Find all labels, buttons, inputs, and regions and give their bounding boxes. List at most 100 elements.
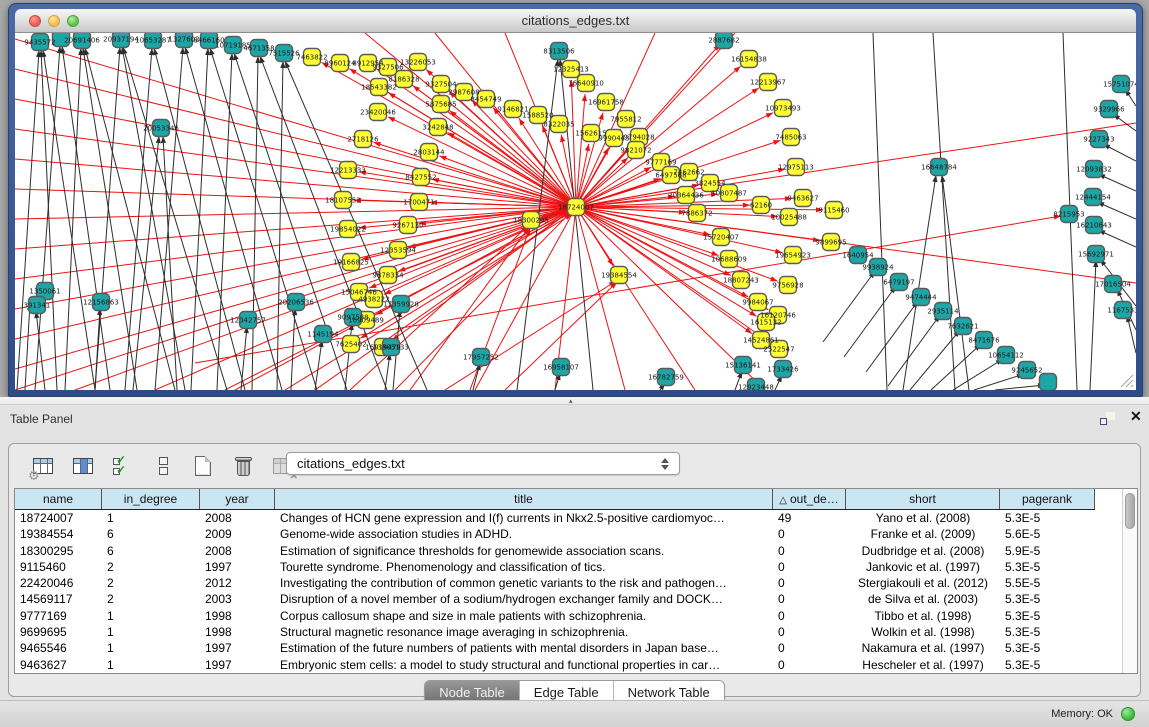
rows-icon[interactable] [151,454,176,479]
svg-text:7463822: 7463822 [296,54,327,62]
svg-text:9777169: 9777169 [645,159,676,167]
table-cell: 5.3E-5 [1000,640,1095,656]
memory-status-indicator[interactable] [1121,707,1135,721]
svg-text:23420046: 23420046 [360,109,396,117]
svg-text:62160: 62160 [750,202,772,210]
svg-text:19654923: 19654923 [775,252,811,260]
svg-text:8427552: 8427552 [405,174,436,182]
svg-text:10807487: 10807487 [711,190,747,198]
network-graph-svg: 1872400789129549327506185433822342004627… [15,33,1136,390]
table-source-dropdown[interactable]: citations_edges.txt [286,452,680,475]
status-bar: Memory: OK [0,700,1149,727]
svg-text:2522547: 2522547 [763,346,794,354]
table-row[interactable]: 911546021997Tourette syndrome. Phenomeno… [15,559,1122,575]
table-cell: 1 [102,510,200,526]
delete-trash-icon[interactable] [231,454,256,479]
column-header-short[interactable]: short [846,489,1000,509]
table-cell: 0 [773,575,846,591]
svg-text:9329966: 9329966 [1093,106,1125,114]
column-header-year[interactable]: year [200,489,275,509]
column-header-pagerank[interactable]: pagerank [1000,489,1095,509]
table-cell: 9463627 [15,657,102,673]
table-cell: 9777169 [15,608,102,624]
table-cell: 0 [773,624,846,640]
table-row[interactable]: 2242004622012Investigating the contribut… [15,575,1122,591]
svg-text:9267130: 9267130 [392,222,423,230]
table-cell: Investigating the contribution of common… [275,575,773,591]
table-row[interactable]: 1872400712008Changes of HCN gene express… [15,510,1122,526]
table-cell: 1997 [200,559,275,575]
table-cell: 1 [102,608,200,624]
svg-text:8454749: 8454749 [470,96,501,104]
svg-text:12444154: 12444154 [1075,194,1111,202]
svg-text:10973493: 10973493 [765,105,801,113]
table-column-icon[interactable] [71,454,96,479]
table-cell: 2008 [200,543,275,559]
window-titlebar[interactable]: citations_edges.txt [15,9,1136,33]
svg-text:12213333: 12213333 [330,167,366,175]
table-row[interactable]: 1938455462009Genome-wide association stu… [15,526,1122,542]
table-row[interactable]: 946554611997Estimation of the future num… [15,640,1122,656]
table-row[interactable]: 977716911998Corpus callosum shape and si… [15,608,1122,624]
svg-text:5875685: 5875685 [425,101,456,109]
svg-text:15720407: 15720407 [703,234,739,242]
table-cell: 9465546 [15,640,102,656]
table-cell: 2 [102,575,200,591]
table-cell: 2003 [200,591,275,607]
column-header-out_de[interactable]: △out_de… [773,489,846,509]
svg-text:10025488: 10025488 [771,214,807,222]
close-panel-icon[interactable]: ✕ [1130,408,1142,425]
table-cell: 5.5E-5 [1000,575,1095,591]
svg-text:1700471: 1700471 [403,199,434,207]
node-table: namein_degree year title△out_de…shortpager… [14,488,1138,674]
svg-text:12213967: 12213967 [750,79,786,87]
table-settings-icon[interactable]: ⚙ [31,454,56,479]
svg-text:16210643: 16210643 [1076,222,1112,230]
float-panel-icon[interactable] [1100,412,1116,426]
svg-text:7515526: 7515526 [268,50,300,58]
svg-text:14524861: 14524861 [743,337,779,345]
dropdown-stepper-icon [661,456,670,472]
window-title: citations_edges.txt [15,13,1136,28]
resize-grip-icon[interactable] [1120,374,1134,388]
svg-text:7485063: 7485063 [775,134,806,142]
column-checklist-icon[interactable]: ✓ ✓ [111,454,136,479]
svg-text:10688609: 10688609 [711,256,747,264]
table-row[interactable]: 1830029562008Estimation of significance … [15,543,1122,559]
column-header-label: year [225,492,248,506]
table-row[interactable]: 969969511998Structural magnetic resonanc… [15,624,1122,640]
table-cell: Stergiakouli et al. (2012) [846,575,1000,591]
new-document-icon[interactable] [191,454,216,479]
svg-text:12342757: 12342757 [230,317,266,325]
svg-text:15751074: 15751074 [1103,81,1136,89]
svg-text:3242848: 3242848 [422,124,453,132]
svg-text:7625402: 7625402 [335,341,366,349]
table-scrollbar[interactable] [1122,489,1137,673]
svg-text:1167533: 1167533 [1107,307,1136,315]
svg-text:16154838: 16154838 [731,56,767,64]
svg-text:8322035: 8322035 [543,121,574,129]
table-row[interactable]: 1456911722003Disruption of a novel membe… [15,591,1122,607]
svg-text:15136141: 15136141 [725,362,761,370]
table-cell: 0 [773,657,846,673]
table-cell: Embryonic stem cells: a model to study s… [275,657,773,673]
column-header-name[interactable]: name [15,489,102,509]
table-cell: 2 [102,591,200,607]
svg-text:18107552: 18107552 [325,197,361,205]
table-cell: Changes of HCN gene expression and I(f) … [275,510,773,526]
column-header-title[interactable]: title [275,489,773,509]
network-view-window[interactable]: citations_edges.txt 18724007891295493275… [8,3,1143,397]
table-cell: Dudbridge et al. (2008) [846,543,1000,559]
column-header-in_degree[interactable]: in_degree [102,489,200,509]
panel-divider[interactable]: ▴ [0,397,1149,405]
divider-grabber-icon[interactable]: ▴ [569,397,573,405]
table-cell: Hescheler et al. (1997) [846,657,1000,673]
svg-text:8186328: 8186328 [388,76,419,84]
table-cell: 19384554 [15,526,102,542]
svg-text:1615132: 1615132 [750,319,781,327]
network-canvas[interactable]: 1872400789129549327506185433822342004627… [15,33,1136,390]
table-row[interactable]: 946362711997Embryonic stem cells: a mode… [15,657,1122,673]
table-cell: Franke et al. (2009) [846,526,1000,542]
svg-text:8215953: 8215953 [1053,211,1084,219]
table-scrollbar-thumb[interactable] [1125,493,1135,529]
